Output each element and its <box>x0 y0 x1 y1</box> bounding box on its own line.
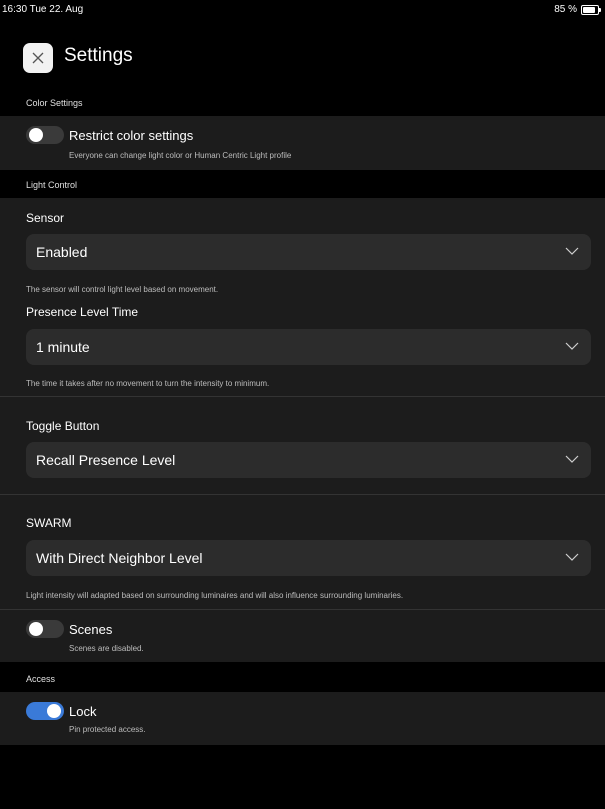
battery-indicator: 85 % <box>554 4 601 15</box>
restrict-color-label: Restrict color settings <box>69 128 194 143</box>
toggle-knob <box>47 704 61 718</box>
sensor-label: Sensor <box>26 211 65 225</box>
battery-level: 85 % <box>554 4 577 15</box>
section-label: Color Settings <box>26 98 83 108</box>
close-icon <box>32 52 44 64</box>
close-button[interactable] <box>23 43 53 73</box>
chevron-down-icon <box>565 455 579 463</box>
toggle-button-dropdown[interactable]: Recall Presence Level <box>26 442 591 478</box>
swarm-label: SWARM <box>26 516 72 530</box>
chevron-down-icon <box>565 553 579 561</box>
scenes-toggle[interactable] <box>26 620 64 638</box>
section-header-color-settings: Color Settings <box>0 90 605 116</box>
divider <box>0 494 605 495</box>
presence-level-time-label: Presence Level Time <box>26 305 139 319</box>
restrict-color-row: Restrict color settings Everyone can cha… <box>0 116 605 170</box>
scenes-label: Scenes <box>69 622 113 637</box>
chevron-down-icon <box>565 342 579 350</box>
swarm-value: With Direct Neighbor Level <box>36 550 203 566</box>
toggle-knob <box>29 128 43 142</box>
presence-level-time-dropdown[interactable]: 1 minute <box>26 329 591 365</box>
section-label: Access <box>26 674 56 684</box>
sensor-value: Enabled <box>36 244 88 260</box>
lock-row: Lock Pin protected access. <box>0 692 605 745</box>
lock-description: Pin protected access. <box>69 725 146 734</box>
restrict-color-toggle[interactable] <box>26 126 64 144</box>
toggle-button-label: Toggle Button <box>26 419 100 433</box>
sensor-dropdown[interactable]: Enabled <box>26 234 591 270</box>
status-bar: 16:30 Tue 22. Aug 85 % <box>0 0 605 20</box>
scenes-row: Scenes Scenes are disabled. <box>0 610 605 662</box>
section-header-access: Access <box>0 666 605 692</box>
divider <box>0 396 605 397</box>
lock-label: Lock <box>69 704 97 719</box>
section-header-light-control: Light Control <box>0 172 605 198</box>
presence-level-time-value: 1 minute <box>36 339 90 355</box>
sensor-hint: The sensor will control light level base… <box>26 285 219 294</box>
page-title: Settings <box>64 45 133 66</box>
toggle-button-value: Recall Presence Level <box>36 452 176 468</box>
swarm-hint: Light intensity will adapted based on su… <box>26 591 404 600</box>
presence-level-time-hint: The time it takes after no movement to t… <box>26 379 270 388</box>
swarm-dropdown[interactable]: With Direct Neighbor Level <box>26 540 591 576</box>
battery-icon <box>581 4 601 15</box>
status-time: 16:30 Tue 22. Aug <box>2 4 84 15</box>
section-label: Light Control <box>26 180 78 190</box>
toggle-knob <box>29 622 43 636</box>
lock-toggle[interactable] <box>26 702 64 720</box>
restrict-color-description: Everyone can change light color or Human… <box>69 151 292 160</box>
scenes-description: Scenes are disabled. <box>69 644 144 653</box>
chevron-down-icon <box>565 247 579 255</box>
